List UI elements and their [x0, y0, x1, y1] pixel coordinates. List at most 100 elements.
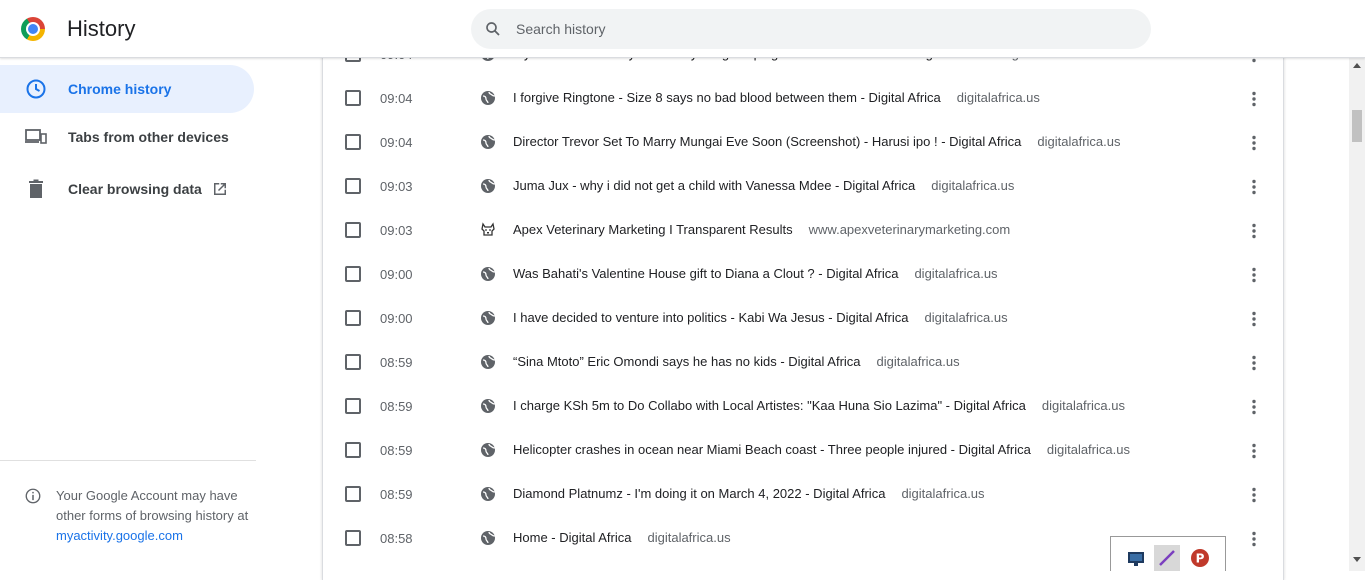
history-entry-link[interactable]: I forgive Ringtone - Size 8 says no bad … [513, 90, 1040, 105]
sidebar-item-label: Tabs from other devices [68, 129, 229, 145]
history-entry-link[interactable]: I have decided to venture into politics … [513, 310, 1008, 325]
devices-icon [25, 129, 47, 144]
row-checkbox[interactable] [345, 442, 361, 458]
more-actions-icon[interactable] [1244, 177, 1264, 197]
row-checkbox[interactable] [345, 310, 361, 326]
entry-title[interactable]: Apex Veterinary Marketing I Transparent … [513, 222, 793, 237]
entry-title[interactable]: Juma Jux - why i did not get a child wit… [513, 178, 915, 193]
history-entry-link[interactable]: Director Trevor Set To Marry Mungai Eve … [513, 134, 1121, 149]
row-checkbox[interactable] [345, 398, 361, 414]
pen-icon[interactable] [1154, 545, 1180, 571]
history-entry-link[interactable]: Diamond Platnumz - I'm doing it on March… [513, 486, 985, 501]
entry-title[interactable]: Director Trevor Set To Marry Mungai Eve … [513, 134, 1021, 149]
search-input[interactable] [516, 9, 1116, 49]
entry-domain: digitalafrica.us [876, 354, 960, 369]
history-entry-link[interactable]: Juma Jux - why i did not get a child wit… [513, 178, 1014, 193]
entry-title[interactable]: Diamond Platnumz - I'm doing it on March… [513, 486, 885, 501]
entry-title[interactable]: “Sina Mtoto” Eric Omondi says he has no … [513, 354, 861, 369]
scroll-thumb[interactable] [1352, 110, 1362, 142]
header: History [0, 0, 1365, 58]
row-checkbox[interactable] [345, 90, 361, 106]
visit-time: 08:59 [380, 487, 413, 502]
sidebar-item-chrome-history[interactable]: Chrome history [0, 65, 254, 113]
trash-icon [29, 179, 43, 198]
more-actions-icon[interactable] [1244, 441, 1264, 461]
visit-time: 09:00 [380, 267, 413, 282]
entry-domain: digitalafrica.us [647, 530, 731, 545]
entry-title[interactable]: I charge KSh 5m to Do Collabo with Local… [513, 398, 1026, 413]
history-row[interactable]: 09:00 I have decided to venture into poli… [323, 297, 1283, 341]
history-row[interactable]: 08:59 Helicopter crashes in ocean near Mi… [323, 429, 1283, 473]
tray-popup: P [1110, 536, 1226, 571]
row-checkbox[interactable] [345, 134, 361, 150]
sidebar-item-tabs-other-devices[interactable]: Tabs from other devices [0, 113, 254, 161]
globe-icon [480, 134, 496, 150]
search-bar[interactable] [471, 9, 1151, 49]
scrollbar[interactable] [1349, 58, 1365, 571]
scroll-up-arrow-icon[interactable] [1353, 63, 1361, 68]
row-checkbox[interactable] [345, 178, 361, 194]
entry-title[interactable]: Home - Digital Africa [513, 530, 631, 545]
visit-time: 09:03 [380, 223, 413, 238]
sidebar-item-label: Clear browsing data [68, 181, 202, 197]
history-row[interactable]: 08:59 “Sina Mtoto” Eric Omondi says he ha… [323, 341, 1283, 385]
history-row[interactable]: 09:04 I forgive Ringtone - Size 8 says no… [323, 77, 1283, 121]
row-checkbox[interactable] [345, 486, 361, 502]
monitor-icon[interactable] [1123, 545, 1149, 571]
history-entry-link[interactable]: Home - Digital Africa digitalafrica.us [513, 530, 731, 545]
more-actions-icon[interactable] [1244, 309, 1264, 329]
svg-text:P: P [1196, 552, 1205, 566]
chrome-logo-icon [21, 17, 45, 41]
entry-title[interactable]: I forgive Ringtone - Size 8 says no bad … [513, 90, 941, 105]
entry-title[interactable]: Was Bahati's Valentine House gift to Dia… [513, 266, 898, 281]
more-actions-icon[interactable] [1244, 397, 1264, 417]
more-actions-icon[interactable] [1244, 89, 1264, 109]
visit-time: 09:04 [380, 91, 413, 106]
dog-icon [480, 222, 496, 238]
globe-icon [480, 442, 496, 458]
p-icon[interactable]: P [1187, 545, 1213, 571]
row-checkbox[interactable] [345, 530, 361, 546]
account-info-text: Your Google Account may have other forms… [56, 486, 256, 546]
history-row[interactable]: 09:04 Director Trevor Set To Marry Mungai… [323, 121, 1283, 165]
entry-domain: digitalafrica.us [1046, 442, 1130, 457]
history-entry-link[interactable]: Apex Veterinary Marketing I Transparent … [513, 222, 1010, 237]
history-entry-link[interactable]: Was Bahati's Valentine House gift to Dia… [513, 266, 998, 281]
info-icon [25, 488, 41, 504]
more-actions-icon[interactable] [1244, 133, 1264, 153]
entry-domain: digitalafrica.us [1037, 134, 1121, 149]
more-actions-icon[interactable] [1244, 485, 1264, 505]
entry-domain: digitalafrica.us [914, 266, 998, 281]
history-row[interactable]: 09:03 Apex Veterinary Marketing I Transpa… [323, 209, 1283, 253]
more-actions-icon[interactable] [1244, 265, 1264, 285]
history-card: 09:04My 4-month-old baby is the only thi… [322, 40, 1284, 580]
visit-time: 09:04 [380, 135, 413, 150]
history-row[interactable]: 09:03 Juma Jux - why i did not get a chil… [323, 165, 1283, 209]
search-icon[interactable] [484, 20, 502, 38]
entry-title[interactable]: Helicopter crashes in ocean near Miami B… [513, 442, 1031, 457]
row-checkbox[interactable] [345, 354, 361, 370]
history-row[interactable]: 09:00 Was Bahati's Valentine House gift t… [323, 253, 1283, 297]
sidebar: Chrome history Tabs from other devices C… [0, 58, 256, 571]
history-entry-link[interactable]: Helicopter crashes in ocean near Miami B… [513, 442, 1130, 457]
history-entry-link[interactable]: I charge KSh 5m to Do Collabo with Local… [513, 398, 1125, 413]
page-title: History [67, 16, 136, 41]
entry-domain: digitalafrica.us [956, 90, 1040, 105]
more-actions-icon[interactable] [1244, 529, 1264, 549]
history-row[interactable]: 08:59 Diamond Platnumz - I'm doing it on … [323, 473, 1283, 517]
more-actions-icon[interactable] [1244, 221, 1264, 241]
history-row[interactable]: 08:59 I charge KSh 5m to Do Collabo with … [323, 385, 1283, 429]
globe-icon [480, 90, 496, 106]
globe-icon [480, 178, 496, 194]
sidebar-item-clear-browsing-data[interactable]: Clear browsing data [0, 165, 254, 213]
entry-domain: digitalafrica.us [924, 310, 1008, 325]
myactivity-link[interactable]: myactivity.google.com [56, 528, 183, 543]
row-checkbox[interactable] [345, 266, 361, 282]
row-checkbox[interactable] [345, 222, 361, 238]
more-actions-icon[interactable] [1244, 353, 1264, 373]
history-entry-link[interactable]: “Sina Mtoto” Eric Omondi says he has no … [513, 354, 960, 369]
open-in-new-icon [214, 183, 226, 195]
scroll-down-arrow-icon[interactable] [1353, 557, 1361, 562]
entry-title[interactable]: I have decided to venture into politics … [513, 310, 908, 325]
visit-time: 08:59 [380, 443, 413, 458]
